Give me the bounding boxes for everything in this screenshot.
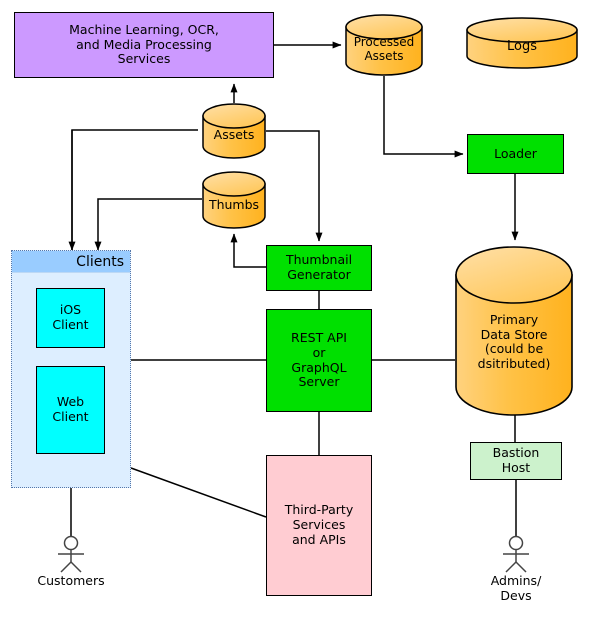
edge-thumbgen-to-thumbs: [230, 233, 266, 268]
node-bastion-host-label: Bastion Host: [492, 445, 540, 475]
node-thumbs-datastore-label: Thumbs: [208, 197, 260, 212]
node-loader[interactable]: Loader: [467, 134, 564, 174]
node-ios-client[interactable]: iOS Client: [36, 288, 105, 348]
node-ml-services[interactable]: Machine Learning, OCR, and Media Process…: [14, 12, 274, 78]
stick-figure-icon: [58, 535, 84, 573]
node-assets-datastore[interactable]: Assets: [202, 103, 266, 159]
node-rest-api-server-label: REST API or GraphQL Server: [291, 330, 347, 390]
node-thumbnail-generator[interactable]: Thumbnail Generator: [266, 245, 372, 291]
edge-processed-to-loader: [383, 76, 464, 158]
edge-assets-to-thumbgen: [266, 130, 323, 242]
edge-webclient-to-thirdparty: [130, 467, 267, 518]
actor-admins-devs[interactable]: Admins/ Devs: [473, 518, 559, 614]
node-web-client-label: Web Client: [52, 394, 89, 424]
node-logs-datastore-label: Logs: [507, 39, 537, 54]
node-bastion-host[interactable]: Bastion Host: [470, 442, 562, 480]
stick-figure-icon: [503, 535, 529, 573]
node-thumbnail-generator-label: Thumbnail Generator: [285, 252, 353, 282]
clients-group-header: Clients: [12, 251, 130, 273]
node-rest-api-server[interactable]: REST API or GraphQL Server: [266, 309, 372, 412]
node-web-client[interactable]: Web Client: [36, 366, 105, 454]
actor-admins-devs-label: Admins/ Devs: [490, 573, 542, 603]
node-primary-data-store[interactable]: Primary Data Store (could be dsitributed…: [455, 245, 573, 417]
node-ml-services-label: Machine Learning, OCR, and Media Process…: [69, 21, 219, 67]
node-logs-datastore[interactable]: Logs: [466, 17, 578, 69]
node-processed-assets-datastore[interactable]: Processed Assets: [345, 14, 423, 76]
node-thumbs-datastore[interactable]: Thumbs: [202, 170, 266, 230]
node-loader-label: Loader: [494, 145, 537, 161]
node-third-party-services-label: Third-Party Services and APIs: [284, 502, 354, 547]
node-processed-assets-datastore-label: Processed Assets: [353, 35, 415, 63]
node-ios-client-label: iOS Client: [52, 302, 89, 332]
actor-customers-label: Customers: [37, 573, 105, 588]
clients-group-label: Clients: [76, 253, 124, 270]
node-third-party-services[interactable]: Third-Party Services and APIs: [266, 455, 372, 596]
node-assets-datastore-label: Assets: [213, 127, 255, 142]
actor-customers[interactable]: Customers: [28, 518, 114, 614]
node-primary-data-store-label: Primary Data Store (could be dsitributed…: [477, 312, 551, 371]
architecture-diagram: Clients Machine Learning, OCR, and Media…: [0, 0, 589, 624]
edge-thumbs-to-clients: [94, 198, 202, 251]
